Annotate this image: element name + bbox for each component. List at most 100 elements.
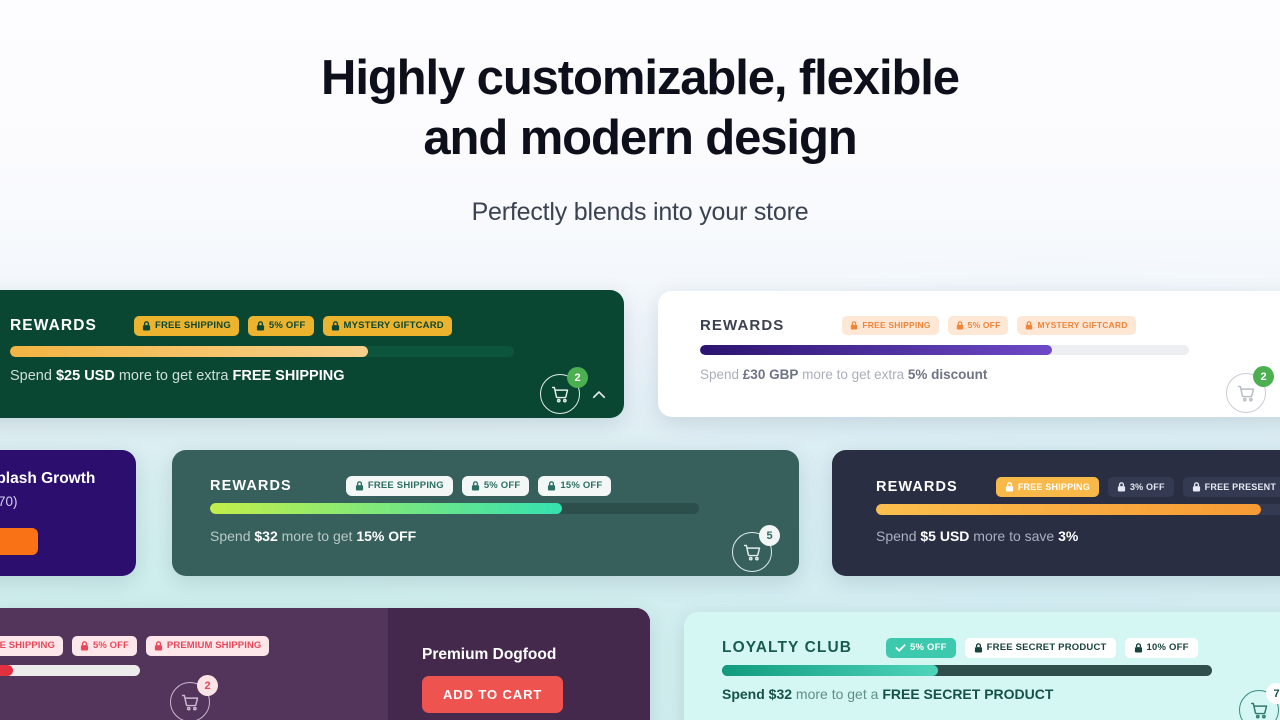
cart-button-green[interactable]: 2 (540, 367, 588, 414)
reward-pill[interactable]: PREMIUM SHIPPING (145, 636, 270, 656)
cart-icon (743, 544, 760, 561)
cart-icon (1250, 702, 1267, 719)
progress-fill (700, 345, 1053, 355)
msg-amount: $32 (254, 528, 278, 544)
rewards-card-maroon[interactable]: REWARDS FREE SHIPPING 5% OFF PREMIUM SHI… (0, 608, 650, 720)
reward-pill-label: FREE SHIPPING (0, 640, 55, 652)
reward-pill-label: 5% OFF (967, 320, 1001, 331)
msg-amount: $5 USD (920, 528, 970, 544)
rewards-card-white[interactable]: REWARDS FREE SHIPPING 5% OFF MYSTERY GIF… (658, 291, 1280, 417)
reward-pill-label: FREE SHIPPING (367, 480, 444, 492)
reward-pill[interactable]: FREE SECRET PRODUCT (964, 638, 1116, 658)
progress-fill (876, 504, 1262, 515)
reward-pill[interactable]: MYSTERY GIFTCARD (322, 316, 452, 336)
lock-icon (1005, 482, 1014, 492)
progress-message-green: Spend $25 USD more to get extra FREE SHI… (10, 368, 344, 384)
page-subtitle: Perfectly blends into your store (471, 198, 809, 226)
progress-fill (0, 665, 13, 676)
rewards-card-navy[interactable]: REWARDS FREE SHIPPING 3% OFF FREE PRESEN… (832, 450, 1280, 576)
lock-icon (547, 481, 556, 491)
progress-fill (722, 665, 938, 676)
cart-icon (1237, 385, 1254, 402)
reward-pill[interactable]: FREE SHIPPING (842, 316, 939, 335)
progress-bar-green (10, 346, 514, 357)
cart-icon (181, 694, 198, 711)
reward-pill-active[interactable]: 5% OFF (886, 638, 956, 658)
hero-section: Highly customizable, flexible and modern… (0, 0, 1280, 227)
reward-pill[interactable]: 5% OFF (947, 316, 1009, 335)
reward-pill[interactable]: 5% OFF (71, 636, 137, 656)
progress-bar-mint (722, 665, 1212, 676)
msg-amount: $32 (768, 686, 793, 702)
rewards-title-teal: REWARDS (210, 478, 292, 494)
reward-pill-label: FREE PRESENT (1204, 481, 1277, 492)
msg-amount: $25 USD (55, 368, 115, 384)
reward-pill-active[interactable]: FREE SHIPPING (995, 477, 1099, 497)
reward-pill[interactable]: 5% OFF (461, 476, 530, 496)
lock-icon (154, 641, 163, 651)
lock-icon (1134, 643, 1143, 653)
msg-middle: more to get extra (798, 367, 908, 382)
lock-icon (974, 643, 983, 653)
check-icon (895, 643, 906, 653)
loyalty-card-mint[interactable]: LOYALTY CLUB 5% OFF FREE SECRET PRODUCT … (684, 612, 1280, 720)
cart-button-maroon[interactable]: 2 (170, 675, 218, 720)
reward-pill[interactable]: 10% OFF (1124, 638, 1198, 658)
lock-icon (331, 321, 340, 331)
progress-message-mint: Spend $32 more to get a FREE SECRET PROD… (722, 686, 1053, 702)
lock-icon (80, 641, 89, 651)
rewards-card-teal[interactable]: REWARDS FREE SHIPPING 5% OFF 15% OFF Spe… (172, 450, 799, 576)
progress-bar-white (700, 345, 1189, 355)
reward-pill-label: FREE SHIPPING (1017, 481, 1090, 492)
add-to-cart-button-purple[interactable] (0, 528, 38, 555)
reward-pill-label: FREE SHIPPING (154, 320, 231, 332)
cart-count-badge: 2 (1253, 366, 1274, 387)
reward-pills-white: FREE SHIPPING 5% OFF MYSTERY GIFTCARD (842, 316, 1136, 335)
msg-prefix: Spend (210, 528, 255, 544)
product-card-purple[interactable]: Splash Growth (270) (0, 450, 136, 576)
collapse-chevron-green[interactable] (590, 386, 608, 409)
reward-pills-navy: FREE SHIPPING 3% OFF FREE PRESENT (995, 477, 1280, 497)
msg-middle: more to get extra (114, 368, 233, 384)
reward-pill-label: 5% OFF (268, 320, 306, 332)
rewards-title-white: REWARDS (700, 317, 785, 334)
progress-bar-maroon (0, 665, 140, 676)
rewards-title-navy: REWARDS (876, 479, 958, 495)
cart-button-mint[interactable]: 7 (1239, 683, 1280, 720)
reward-pill[interactable]: FREE SHIPPING (345, 476, 453, 496)
progress-bar-navy (876, 504, 1280, 515)
lock-icon (142, 321, 151, 331)
msg-middle: more to get a (792, 686, 883, 702)
product-name-maroon: Premium Dogfood (422, 646, 557, 663)
reward-pill-label: 5% OFF (910, 642, 947, 654)
msg-middle: more to get (277, 528, 357, 544)
reward-pill[interactable]: FREE SHIPPING (133, 316, 239, 336)
reward-pill[interactable]: 3% OFF (1107, 477, 1174, 497)
reward-pill[interactable]: MYSTERY GIFTCARD (1017, 316, 1136, 335)
msg-prefix: Spend (876, 528, 921, 544)
rewards-card-green[interactable]: REWARDS FREE SHIPPING 5% OFF MYSTERY GIF… (0, 290, 624, 418)
reward-pill-label: 10% OFF (1146, 642, 1189, 654)
reward-pill-label: 15% OFF (560, 480, 603, 492)
reward-pill-label: FREE SECRET PRODUCT (986, 642, 1107, 654)
progress-fill (210, 503, 563, 514)
reward-pill[interactable]: 15% OFF (538, 476, 612, 496)
cart-icon (551, 386, 568, 403)
reward-pill[interactable]: FREE PRESENT (1182, 477, 1280, 497)
reward-pill-label: 5% OFF (92, 640, 129, 652)
msg-middle: more to save (969, 528, 1059, 544)
reward-pill[interactable]: 5% OFF (247, 316, 314, 336)
reward-pills-mint: 5% OFF FREE SECRET PRODUCT 10% OFF (886, 638, 1198, 658)
cart-button-teal[interactable]: 5 (732, 525, 780, 572)
reward-pill-label: FREE SHIPPING (862, 320, 931, 331)
reward-pill-label: 3% OFF (1129, 481, 1165, 492)
add-to-cart-button[interactable]: ADD TO CART (422, 676, 564, 713)
reward-pill-label: MYSTERY GIFTCARD (1037, 320, 1128, 331)
cart-count-badge: 2 (567, 367, 588, 388)
cart-count-badge: 7 (1266, 683, 1280, 704)
progress-bar-teal (210, 503, 699, 514)
reward-pill[interactable]: FREE SHIPPING (0, 636, 63, 656)
cart-button-white[interactable]: 2 (1226, 366, 1274, 413)
progress-fill (10, 346, 368, 357)
reward-pill-label: PREMIUM SHIPPING (166, 640, 262, 652)
